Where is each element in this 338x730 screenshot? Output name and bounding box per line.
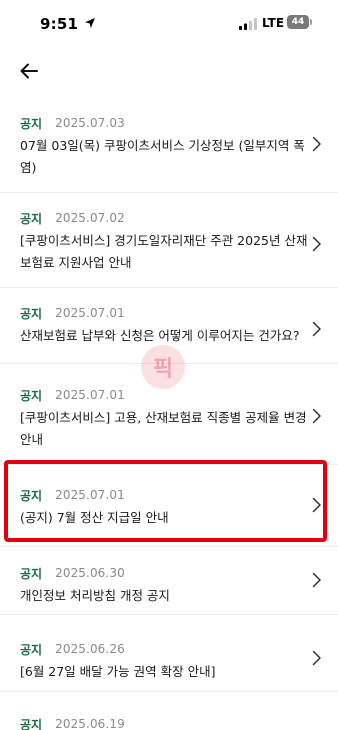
notice-item[interactable]: 공지 2025.07.03 07월 03일(목) 쿠팡이츠서비스 기상정보 (일…	[0, 100, 338, 182]
notice-badge: 공지	[20, 566, 43, 581]
chevron-right-icon	[312, 236, 321, 252]
back-button[interactable]	[14, 56, 44, 86]
notice-item[interactable]: 공지 2025.07.01 (공지) 7월 정산 지급일 안내	[0, 472, 338, 540]
notice-item[interactable]: 공지 2025.07.02 [쿠팡이츠서비스] 경기도일자리재단 주관 2025…	[0, 195, 338, 277]
signal-bars-icon	[239, 18, 257, 30]
watermark-text: 픽	[152, 357, 174, 382]
notice-title: [쿠팡이츠서비스] 경기도일자리재단 주관 2025년 산재보험료 지원사업 안…	[20, 233, 308, 270]
notice-item[interactable]: 공지 2025.06.19	[0, 701, 338, 730]
battery-icon: 44	[287, 15, 313, 29]
status-bar: 9:51 LTE 44	[0, 0, 338, 48]
chevron-right-icon	[312, 650, 321, 666]
notice-date: 2025.07.02	[55, 211, 125, 225]
chevron-right-icon	[312, 497, 321, 513]
notice-item[interactable]: 공지 2025.06.30 개인정보 처리방침 개정 공지	[0, 550, 338, 618]
notice-badge: 공지	[20, 488, 43, 503]
battery-level: 44	[287, 15, 309, 29]
chevron-right-icon	[312, 408, 321, 424]
chevron-right-icon	[312, 572, 321, 588]
notice-date: 2025.06.19	[55, 717, 125, 730]
notice-date: 2025.07.03	[55, 116, 125, 130]
notice-date: 2025.06.26	[55, 642, 125, 656]
notice-badge: 공지	[20, 717, 43, 730]
notice-title: [6월 27일 배달 가능 권역 확장 안내]	[20, 664, 216, 679]
notice-badge: 공지	[20, 306, 43, 321]
notice-date: 2025.07.01	[55, 388, 125, 402]
status-time: 9:51	[40, 15, 79, 33]
divider	[0, 614, 338, 615]
notice-item[interactable]: 공지 2025.06.26 [6월 27일 배달 가능 권역 확장 안내]	[0, 626, 338, 694]
notice-list-screen: 9:51 LTE 44 공지 2025.07.03 07월 03일(목) 쿠팡이…	[0, 0, 338, 730]
divider	[0, 287, 338, 288]
location-arrow-icon	[85, 18, 95, 28]
notice-title: (공지) 7월 정산 지급일 안내	[20, 510, 169, 525]
divider	[0, 464, 338, 465]
notice-title: 산재보험료 납부와 신청은 어떻게 이루어지는 건가요?	[20, 328, 300, 343]
divider	[0, 192, 338, 193]
divider	[0, 691, 338, 692]
notice-badge: 공지	[20, 388, 43, 403]
watermark-stamp: 픽	[141, 345, 185, 389]
notice-title: 07월 03일(목) 쿠팡이츠서비스 기상정보 (일부지역 폭염)	[20, 138, 305, 175]
divider	[0, 546, 338, 547]
notice-title: [쿠팡이츠서비스] 고용, 산재보험료 직종별 공제율 변경 안내	[20, 410, 307, 447]
chevron-right-icon	[312, 136, 321, 152]
notice-badge: 공지	[20, 116, 43, 131]
chevron-right-icon	[312, 321, 321, 337]
notice-date: 2025.07.01	[55, 488, 125, 502]
notice-title: 개인정보 처리방침 개정 공지	[20, 588, 170, 603]
notice-badge: 공지	[20, 642, 43, 657]
notice-badge: 공지	[20, 211, 43, 226]
network-type: LTE	[262, 16, 285, 30]
arrow-left-icon	[20, 63, 38, 79]
notice-date: 2025.07.01	[55, 306, 125, 320]
notice-date: 2025.06.30	[55, 566, 125, 580]
